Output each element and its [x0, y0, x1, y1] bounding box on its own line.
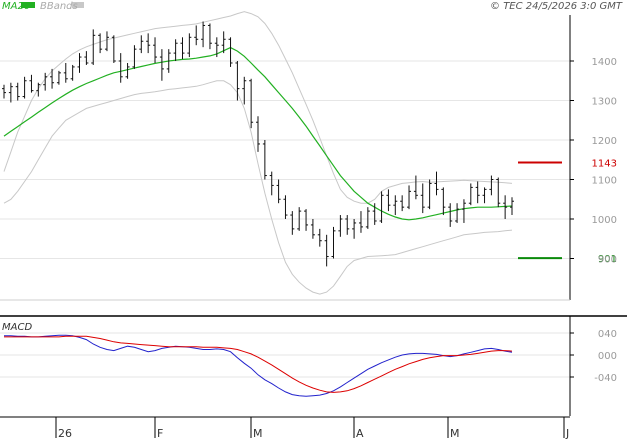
- macd-panel: MACD 040 000 -040: [0, 316, 617, 416]
- ohlc-bar: [91, 29, 96, 65]
- price-tick-label: 1100: [592, 176, 617, 187]
- ohlc-bar: [139, 35, 144, 54]
- ohlc-bar: [283, 195, 288, 219]
- ohlc-bar: [256, 116, 260, 152]
- time-tick-label: A: [356, 427, 364, 440]
- copyright-label: © TEC 24/5/2026 3:0 GMT: [490, 1, 623, 12]
- ohlc-bar: [489, 175, 494, 196]
- ohlc-bar: [132, 45, 137, 69]
- ohlc-bar: [180, 37, 185, 60]
- ohlc-bar: [358, 211, 363, 233]
- time-axis-ticks: 26 F M A M J: [55, 417, 569, 440]
- time-tick-label: M: [450, 427, 460, 440]
- ohlc-bar: [441, 187, 446, 216]
- ohlc-bar: [352, 219, 357, 239]
- time-tick-label: J: [565, 427, 569, 440]
- price-grid: [0, 60, 570, 259]
- price-tick-label: 900: [598, 255, 617, 266]
- ohlc-bar: [207, 23, 212, 50]
- ohlc-bar: [146, 33, 151, 54]
- ohlc-bar: [22, 76, 27, 99]
- ohlc-bar: [159, 49, 164, 81]
- ohlc-bar: [36, 82, 41, 97]
- macd-tick-label: -040: [594, 373, 617, 384]
- ohlc-bar: [228, 37, 233, 67]
- ohlc-bar: [43, 72, 48, 91]
- ohlc-bar: [407, 185, 412, 210]
- ohlc-bar: [104, 31, 109, 52]
- ohlc-bar: [2, 84, 6, 99]
- ohlc-bar: [187, 33, 192, 58]
- ohlc-bar: [393, 195, 398, 216]
- time-tick-label: F: [157, 427, 163, 440]
- macd-line: [4, 334, 513, 397]
- time-tick-label: 26: [58, 427, 72, 440]
- ohlc-bar: [503, 195, 508, 219]
- bbands-line: [3, 11, 513, 204]
- ohlc-bar: [365, 207, 370, 229]
- ohlc-bar: [269, 171, 274, 196]
- ohlc-bar: [324, 234, 329, 267]
- ohlc-bar: [70, 64, 75, 81]
- price-panel: 1143901 1400 1300 1200 1100 1000 900: [0, 11, 617, 301]
- legend-ma-label: MA20: [2, 1, 30, 12]
- levels-layer: 1143901: [518, 159, 617, 265]
- ohlc-bar: [386, 189, 391, 212]
- price-tick-label: 1200: [592, 136, 617, 147]
- ohlc-bar: [276, 179, 281, 204]
- ohlc-bar: [63, 62, 68, 83]
- legend-bb-label: BBands: [40, 1, 78, 12]
- resistance-label: 1143: [592, 159, 617, 170]
- bbands-layer: [3, 11, 513, 295]
- ohlc-bar: [331, 226, 336, 259]
- ohlc-bar: [118, 53, 123, 83]
- ohlc-bar: [482, 187, 487, 204]
- ohlc-bar: [249, 78, 254, 129]
- ohlc-bar: [317, 228, 322, 247]
- ohlc-bar: [153, 37, 158, 63]
- ohlc-bar: [84, 51, 89, 65]
- ohlc-bar: [262, 140, 267, 180]
- ohlc-bar: [338, 215, 343, 237]
- macd-tick-label: 040: [598, 329, 617, 340]
- ohlc-bar: [125, 62, 130, 79]
- macd-panel-title: MACD: [2, 322, 32, 333]
- ohlc-bar: [56, 70, 61, 85]
- macd-lines-layer: [4, 334, 513, 397]
- price-tick-label: 1000: [592, 215, 617, 226]
- price-tick-label: 1400: [592, 57, 617, 68]
- ohlc-bar: [111, 35, 116, 63]
- ohlc-bar: [15, 82, 20, 101]
- ohlc-bar: [201, 21, 206, 48]
- ohlc-bar: [400, 195, 405, 212]
- ohlc-bar: [448, 203, 453, 227]
- ohlc-bar: [455, 203, 460, 223]
- ohlc-bar: [345, 215, 350, 235]
- ohlc-bar: [194, 25, 199, 46]
- time-tick-label: M: [253, 427, 263, 440]
- ohlc-bar: [173, 39, 178, 61]
- signal-line: [4, 335, 513, 393]
- ohlc-bar: [8, 82, 13, 103]
- ohlc-bar: [420, 183, 425, 214]
- ohlc-bar: [77, 53, 82, 73]
- ohlc-bar: [468, 183, 473, 206]
- ohlc-bars-layer: [2, 21, 514, 267]
- ohlc-bar: [379, 191, 384, 223]
- ohlc-bar: [29, 74, 34, 93]
- ohlc-bar: [310, 219, 315, 239]
- ohlc-bar: [434, 171, 439, 196]
- chart-canvas: MA20 BBands © TEC 24/5/2026 3:0 GMT 1143…: [0, 1, 627, 440]
- ohlc-bar: [427, 179, 432, 210]
- macd-axis-ticks: 040 000 -040: [570, 329, 617, 384]
- price-tick-label: 1300: [592, 97, 617, 108]
- bbands-line: [3, 80, 513, 295]
- ohlc-bar: [475, 181, 480, 204]
- ohlc-bar: [98, 33, 103, 54]
- ohlc-bar: [290, 211, 295, 235]
- macd-tick-label: 000: [598, 351, 617, 362]
- ohlc-bar: [304, 209, 309, 231]
